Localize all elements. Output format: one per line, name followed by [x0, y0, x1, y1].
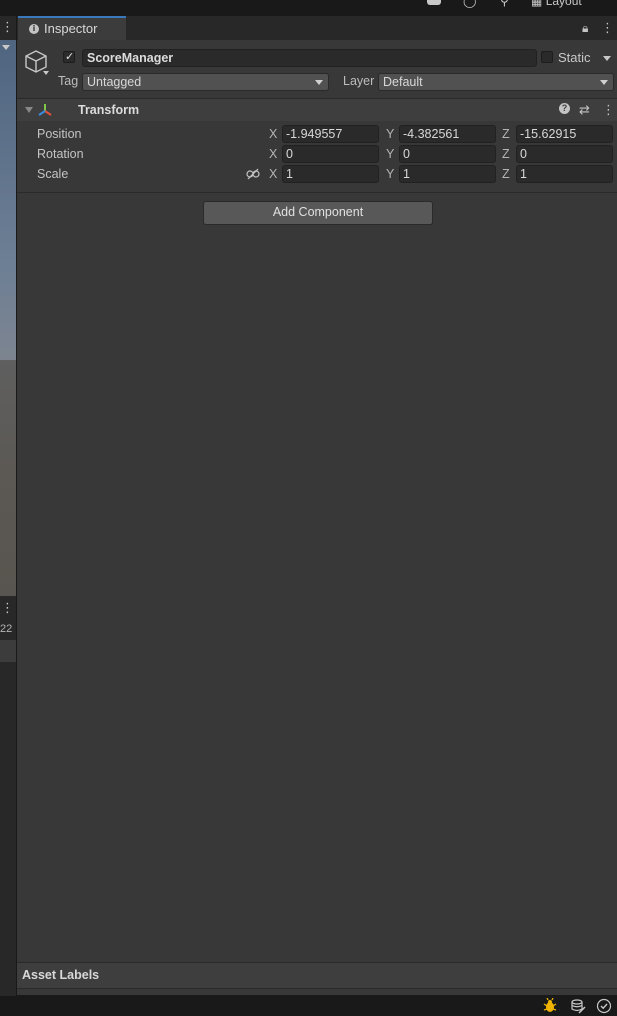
layer-value: Default — [383, 75, 423, 89]
list-row-edge[interactable] — [0, 640, 16, 662]
position-y-field[interactable]: -4.382561 — [399, 125, 496, 143]
kebab-menu-icon[interactable]: ⋮ — [602, 102, 615, 118]
axis-y-label[interactable]: Y — [386, 147, 394, 161]
scale-x-field[interactable]: 1 — [282, 165, 379, 183]
info-icon: i — [29, 24, 39, 34]
more-icon[interactable]: ⋮ — [1, 20, 14, 34]
layout-dropdown[interactable]: ▦ Layout — [531, 0, 582, 8]
position-label: Position — [37, 127, 82, 141]
status-bar — [0, 996, 617, 1016]
chevron-down-icon — [315, 80, 323, 85]
scene-view-edge[interactable] — [0, 40, 16, 360]
status-check-icon[interactable] — [596, 998, 612, 1014]
tag-dropdown[interactable]: Untagged — [82, 73, 329, 91]
divider — [17, 192, 617, 193]
active-checkbox[interactable]: ✓ — [63, 50, 75, 63]
kebab-menu-icon[interactable]: ⋮ — [601, 20, 614, 36]
icon-dropdown-arrow-icon[interactable] — [43, 71, 49, 75]
axis-z-label[interactable]: Z — [502, 167, 510, 181]
unlinked-scale-icon[interactable] — [246, 167, 260, 181]
asset-labels-title: Asset Labels — [22, 968, 100, 982]
axis-x-label[interactable]: X — [269, 167, 277, 181]
static-label: Static — [558, 50, 591, 65]
add-component-button[interactable]: Add Component — [203, 201, 433, 225]
bug-icon[interactable] — [542, 998, 558, 1014]
tab-label: Inspector — [44, 21, 98, 36]
layer-label: Layer — [343, 74, 375, 88]
account-icon[interactable] — [427, 0, 441, 5]
check-icon: ✓ — [65, 50, 75, 63]
scale-z-field[interactable]: 1 — [516, 165, 613, 183]
search-icon[interactable]: ⚲ — [500, 0, 509, 8]
name-field[interactable]: ScoreManager — [82, 49, 537, 67]
scene-ground-edge — [0, 360, 16, 596]
transform-axes-icon — [38, 104, 52, 116]
scale-y-field[interactable]: 1 — [399, 165, 496, 183]
position-x-field[interactable]: -1.949557 — [282, 125, 379, 143]
dropdown-arrow-icon[interactable] — [2, 45, 10, 50]
position-z-field[interactable]: -15.62915 — [516, 125, 613, 143]
axis-y-label[interactable]: Y — [386, 167, 394, 181]
rotation-z-field[interactable]: 0 — [516, 145, 613, 163]
static-dropdown-arrow-icon[interactable] — [603, 56, 611, 61]
more-icon[interactable]: ⋮ — [1, 600, 14, 616]
cache-server-icon[interactable] — [570, 998, 586, 1014]
top-toolbar: ◯ ⚲ ▦ Layout — [0, 0, 617, 16]
axis-y-label[interactable]: Y — [386, 127, 394, 141]
partial-number: 22 — [0, 623, 13, 635]
scale-label: Scale — [37, 167, 69, 181]
rotation-x-field[interactable]: 0 — [282, 145, 379, 163]
chevron-down-icon — [600, 80, 608, 85]
layout-icon: ▦ — [531, 0, 543, 8]
help-icon[interactable]: ? — [559, 103, 570, 114]
axis-x-label[interactable]: X — [269, 127, 277, 141]
axis-z-label[interactable]: Z — [502, 127, 510, 141]
layer-dropdown[interactable]: Default — [378, 73, 614, 91]
foldout-arrow-icon[interactable] — [25, 107, 33, 113]
tag-value: Untagged — [87, 75, 142, 89]
asset-labels-header[interactable] — [17, 963, 617, 988]
static-checkbox[interactable] — [541, 51, 553, 63]
component-title: Transform — [78, 103, 140, 117]
rotation-y-field[interactable]: 0 — [399, 145, 496, 163]
cloud-icon[interactable]: ◯ — [463, 0, 476, 8]
lock-icon[interactable]: 🔒︎ — [582, 21, 588, 36]
asset-labels-body — [17, 988, 617, 995]
rotation-label: Rotation — [37, 147, 84, 161]
layout-label: Layout — [545, 0, 582, 8]
axis-z-label[interactable]: Z — [502, 147, 510, 161]
axis-x-label[interactable]: X — [269, 147, 277, 161]
tag-label: Tag — [58, 74, 79, 88]
preset-sliders-icon[interactable]: ⇄ — [579, 102, 590, 118]
